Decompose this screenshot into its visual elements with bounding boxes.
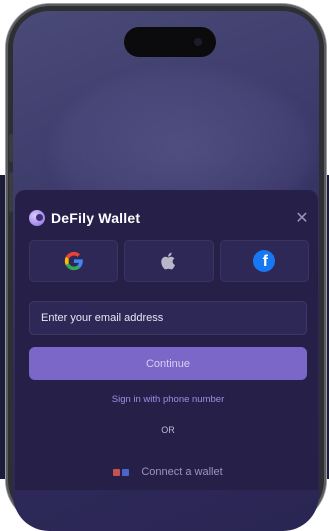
email-input[interactable]: Enter your email address <box>29 301 307 335</box>
facebook-login-button[interactable]: f <box>219 240 309 282</box>
connect-wallet-label: Connect a wallet <box>141 466 223 478</box>
social-login-row: f <box>29 240 309 282</box>
metamask-icon <box>113 468 121 476</box>
phone-signin-link[interactable]: Sign in with phone number <box>29 394 307 405</box>
apple-icon <box>161 252 175 270</box>
dynamic-island <box>124 27 216 57</box>
google-login-button[interactable] <box>29 240 119 282</box>
walletconnect-icon <box>122 468 130 476</box>
defily-logo-icon <box>29 210 45 226</box>
continue-label: Continue <box>145 357 191 370</box>
wallet-icons <box>113 468 130 476</box>
continue-button[interactable]: Continue <box>29 347 307 380</box>
sheet-header: DeFily Wallet <box>29 210 140 226</box>
login-sheet: DeFily Wallet ✕ f Enter your email addre… <box>15 190 318 490</box>
google-icon <box>64 251 83 271</box>
camera-icon <box>194 38 202 46</box>
apple-login-button[interactable] <box>124 240 214 282</box>
or-divider: OR <box>161 425 175 435</box>
sheet-title: DeFily Wallet <box>51 210 141 226</box>
email-placeholder: Enter your email address <box>41 312 164 324</box>
connect-wallet-button[interactable]: Connect a wallet <box>29 466 307 478</box>
close-icon[interactable]: ✕ <box>294 210 310 226</box>
facebook-icon: f <box>253 250 276 272</box>
